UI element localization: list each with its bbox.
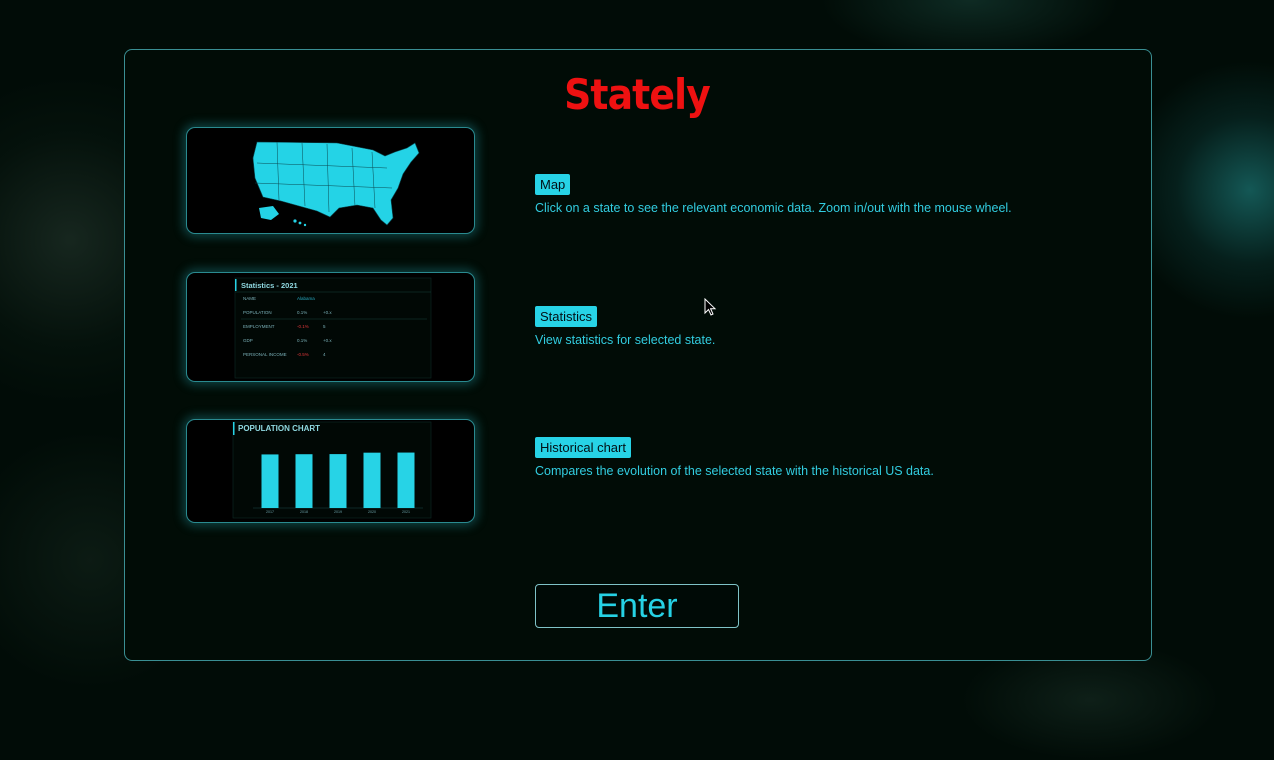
chart-x-tick-label: 2017 — [266, 510, 274, 514]
statistics-preview[interactable]: Statistics - 2021 NAME Alabama POPULATIO… — [186, 272, 475, 382]
map-preview[interactable] — [186, 127, 475, 234]
stats-row-name: POPULATION — [243, 310, 272, 315]
stats-row-name: PERSONAL INCOME — [243, 352, 287, 357]
historical-chart-description: Compares the evolution of the selected s… — [535, 464, 934, 478]
feature-historical-chart: Historical chart Compares the evolution … — [535, 437, 934, 478]
us-map-image — [252, 141, 420, 227]
feature-statistics: Statistics View statistics for selected … — [535, 306, 715, 347]
stats-row-extra: +0.x — [323, 310, 332, 315]
map-description: Click on a state to see the relevant eco… — [535, 201, 1012, 215]
stats-row-name: NAME — [243, 296, 256, 301]
map-tag[interactable]: Map — [535, 174, 571, 195]
stats-row-value: 0.1% — [297, 338, 307, 343]
stats-row-extra: +0.x — [323, 338, 332, 343]
statistics-description: View statistics for selected state. — [535, 333, 716, 347]
chart-bar — [363, 452, 381, 508]
stats-row-value: -0.5% — [297, 352, 309, 357]
chart-bar — [397, 452, 415, 508]
stats-row-name: GDP — [243, 338, 253, 343]
enter-button[interactable]: Enter — [535, 584, 739, 628]
stats-row-value: Alabama — [297, 296, 315, 301]
chart-preview-title: POPULATION CHART — [238, 424, 320, 433]
stats-row-value: 0.1% — [297, 310, 307, 315]
feature-map: Map Click on a state to see the relevant… — [535, 174, 1012, 215]
population-chart-image: POPULATION CHART 2017 2018 2019 2020 2021 — [232, 421, 432, 519]
chart-x-tick-label: 2019 — [334, 510, 342, 514]
chart-bar — [329, 454, 347, 508]
chart-bar — [261, 454, 279, 508]
historical-chart-preview[interactable]: POPULATION CHART 2017 2018 2019 2020 2021 — [186, 419, 475, 523]
chart-x-tick-label: 2018 — [300, 510, 308, 514]
chart-bar — [295, 454, 313, 508]
stats-row-value: -0.1% — [297, 324, 309, 329]
stats-row-name: EMPLOYMENT — [243, 324, 275, 329]
chart-x-tick-label: 2021 — [402, 510, 410, 514]
mouse-cursor-icon — [704, 298, 717, 316]
statistics-table-image: Statistics - 2021 NAME Alabama POPULATIO… — [234, 277, 432, 379]
stats-preview-title: Statistics - 2021 — [241, 281, 298, 290]
statistics-tag[interactable]: Statistics — [535, 306, 598, 327]
historical-chart-tag[interactable]: Historical chart — [535, 437, 631, 458]
chart-x-tick-label: 2020 — [368, 510, 376, 514]
app-title: Stately — [564, 70, 711, 119]
